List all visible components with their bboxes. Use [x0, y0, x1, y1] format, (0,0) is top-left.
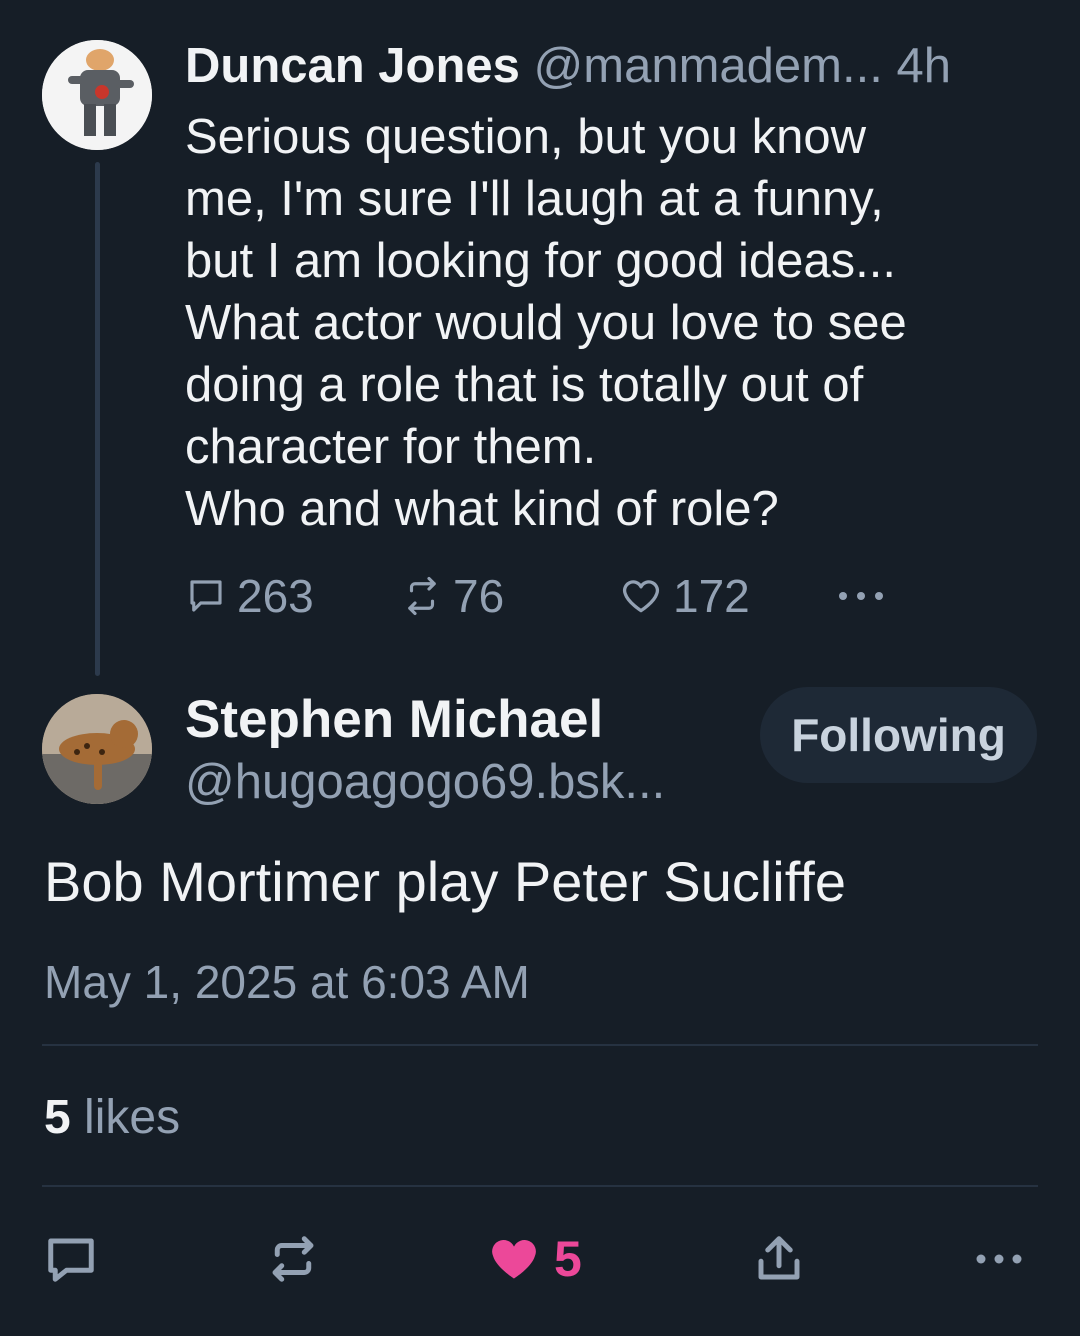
more-options-button[interactable] — [974, 1224, 1024, 1294]
parent-like-count: 172 — [673, 570, 750, 622]
following-button[interactable]: Following — [760, 687, 1037, 783]
parent-reply-count: 263 — [237, 570, 314, 622]
parent-repost-button[interactable]: 76 — [401, 566, 504, 626]
post-action-bar: 5 — [0, 1224, 1080, 1294]
repost-button[interactable] — [266, 1224, 320, 1294]
more-options-icon — [976, 1254, 1022, 1264]
reply-icon — [190, 580, 222, 612]
parent-post-actions: 263 76 172 — [185, 566, 905, 626]
parent-post-header: Duncan Jones @manmadem... 4h — [185, 36, 1045, 96]
likes-summary[interactable]: 5 likes — [44, 1088, 180, 1148]
reply-button[interactable] — [44, 1224, 98, 1294]
thread-connector-line — [95, 162, 100, 676]
divider — [42, 1044, 1038, 1046]
reply-author-name[interactable]: Stephen Michael — [185, 688, 603, 752]
parent-post-time: 4h — [896, 39, 951, 93]
avatar-image — [42, 40, 152, 150]
parent-more-button[interactable] — [835, 566, 897, 626]
repost-icon — [272, 1236, 314, 1282]
share-icon — [758, 1236, 800, 1280]
heart-outline-icon — [622, 580, 660, 613]
repost-icon — [408, 576, 436, 616]
parent-author-avatar[interactable] — [42, 40, 152, 150]
parent-like-button[interactable]: 172 — [619, 566, 750, 626]
share-button[interactable] — [752, 1224, 806, 1294]
like-button[interactable]: 5 — [488, 1224, 582, 1294]
likes-summary-label: likes — [84, 1091, 181, 1144]
divider — [42, 1185, 1038, 1187]
parent-post-text: Serious question, but you know me, I'm s… — [185, 110, 907, 536]
reply-icon — [48, 1238, 94, 1282]
reply-author-handle[interactable]: @hugoagogo69.bsk... — [185, 752, 665, 812]
reply-author-avatar[interactable] — [42, 694, 152, 804]
like-count: 5 — [554, 1231, 582, 1287]
more-options-icon — [839, 592, 883, 600]
likes-summary-count: 5 — [44, 1091, 71, 1144]
reply-timestamp: May 1, 2025 at 6:03 AM — [44, 956, 530, 1008]
parent-reply-button[interactable]: 263 — [185, 566, 314, 626]
parent-repost-count: 76 — [453, 570, 505, 622]
parent-author-name[interactable]: Duncan Jones — [185, 39, 520, 93]
parent-author-handle[interactable]: @manmadem... — [534, 39, 883, 93]
heart-filled-icon — [492, 1240, 536, 1279]
avatar-image — [42, 694, 152, 804]
reply-post-text: Bob Mortimer play Peter Sucliffe — [44, 850, 846, 913]
